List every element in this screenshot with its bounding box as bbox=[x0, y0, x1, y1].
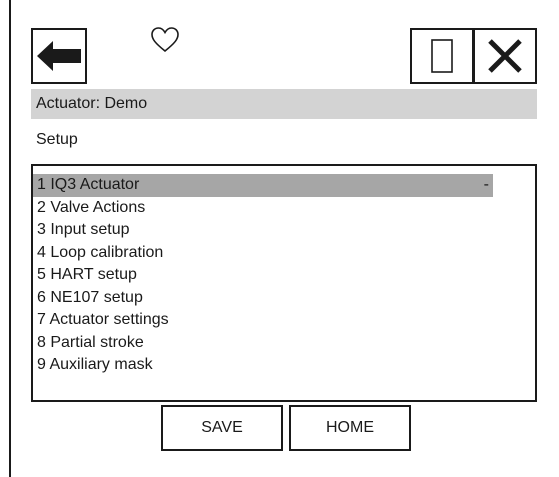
menu-item-valve-actions[interactable]: 2 Valve Actions bbox=[33, 197, 493, 220]
menu-item-ne107-setup[interactable]: 6 NE107 setup bbox=[33, 287, 493, 310]
heart-icon bbox=[151, 27, 179, 53]
menu-item-label: 7 Actuator settings bbox=[37, 311, 169, 328]
menu-list: 1 IQ3 Actuator - 2 Valve Actions 3 Input… bbox=[31, 164, 537, 402]
menu-item-label: 4 Loop calibration bbox=[37, 243, 164, 261]
back-arrow-icon bbox=[37, 41, 81, 71]
menu-item-iq3-actuator[interactable]: 1 IQ3 Actuator - bbox=[33, 174, 493, 197]
menu-item-input-setup[interactable]: 3 Input setup bbox=[33, 219, 493, 242]
page-title: Actuator: Demo bbox=[31, 89, 537, 119]
menu-item-value: - bbox=[483, 176, 489, 193]
menu-item-partial-stroke[interactable]: 8 Partial stroke bbox=[33, 332, 493, 355]
menu-item-loop-calibration[interactable]: 4 Loop calibration bbox=[33, 242, 493, 265]
close-icon bbox=[488, 39, 522, 73]
close-button[interactable] bbox=[473, 28, 537, 84]
menu-item-hart-setup[interactable]: 5 HART setup bbox=[33, 264, 493, 287]
menu-item-label: 5 HART setup bbox=[37, 266, 137, 283]
back-button[interactable] bbox=[31, 28, 87, 84]
menu-item-label: 2 Valve Actions bbox=[37, 198, 146, 216]
window-button[interactable] bbox=[410, 28, 474, 84]
section-title: Setup bbox=[36, 131, 78, 148]
menu-item-label: 1 IQ3 Actuator bbox=[37, 176, 140, 193]
save-button[interactable]: SAVE bbox=[161, 405, 283, 451]
menu-item-label: 8 Partial stroke bbox=[37, 333, 144, 351]
favorite-button[interactable] bbox=[150, 25, 180, 55]
menu-item-actuator-settings[interactable]: 7 Actuator settings bbox=[33, 309, 493, 332]
menu-item-label: 3 Input setup bbox=[37, 221, 130, 238]
menu-item-auxiliary-mask[interactable]: 9 Auxiliary mask bbox=[33, 354, 493, 377]
square-icon bbox=[431, 39, 453, 73]
home-button[interactable]: HOME bbox=[289, 405, 411, 451]
menu-item-label: 6 NE107 setup bbox=[37, 288, 143, 306]
menu-item-label: 9 Auxiliary mask bbox=[37, 356, 153, 373]
